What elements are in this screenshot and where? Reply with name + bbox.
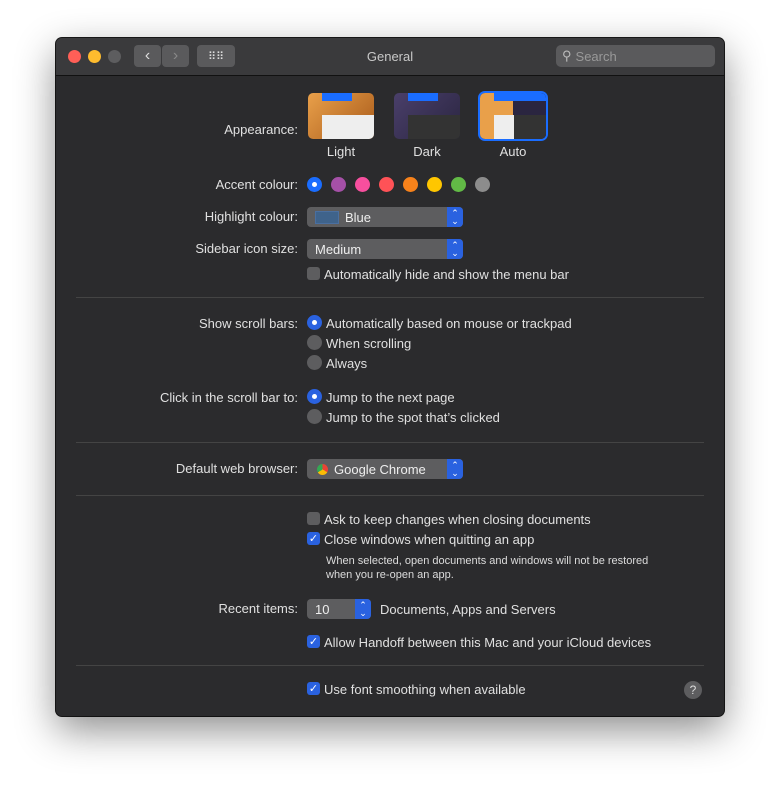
- accent-swatch[interactable]: [451, 177, 466, 192]
- sidebar-size-popup[interactable]: Medium ⌃ ⌄: [307, 239, 463, 259]
- accent-swatch[interactable]: [403, 177, 418, 192]
- close-windows-note: When selected, open documents and window…: [326, 555, 649, 567]
- search-icon: ⚲: [562, 48, 572, 63]
- help-button[interactable]: ?: [684, 681, 702, 699]
- click-radio-spot[interactable]: [307, 409, 322, 424]
- stepper-icon: ⌃ ⌄: [447, 207, 463, 227]
- scrollbars-radio-auto[interactable]: [307, 315, 322, 330]
- checkmark-icon: ✓: [308, 683, 319, 695]
- scrollbars-option: When scrolling: [326, 336, 412, 351]
- click-radio-next-page[interactable]: [307, 389, 322, 404]
- scrollbars-option: Automatically based on mouse or trackpad: [326, 316, 572, 331]
- font-smoothing-checkbox[interactable]: ✓: [307, 682, 320, 695]
- accent-swatch[interactable]: [379, 177, 394, 192]
- browser-label: Default web browser:: [175, 461, 298, 476]
- recent-items-popup[interactable]: 10 ⌃ ⌄: [307, 599, 371, 619]
- browser-popup[interactable]: Google Chrome ⌃ ⌄: [307, 459, 463, 479]
- search-field[interactable]: ⚲ Search: [556, 45, 715, 67]
- title-bar: ‹ › ⠿⠿ General ⚲ Search: [56, 38, 724, 76]
- divider: [76, 495, 704, 496]
- scrollbars-radio-always[interactable]: [307, 355, 322, 370]
- selected-indicator: [312, 182, 317, 187]
- stepper-icon: ⌃ ⌄: [447, 239, 463, 259]
- appearance-dark-label: Dark: [413, 144, 441, 159]
- highlight-swatch: [315, 210, 339, 224]
- close-windows-checkbox[interactable]: ✓: [307, 532, 320, 545]
- appearance-auto-label: Auto: [499, 144, 527, 159]
- highlight-value: Blue: [345, 209, 372, 225]
- appearance-light[interactable]: [308, 93, 374, 139]
- click-option: Jump to the spot that’s clicked: [326, 410, 500, 425]
- appearance-light-label: Light: [326, 144, 356, 159]
- preferences-window: ‹ › ⠿⠿ General ⚲ Search Appearance: Light…: [56, 38, 724, 716]
- accent-label: Accent colour:: [215, 177, 298, 192]
- divider: [76, 297, 704, 298]
- ask-keep-label: Ask to keep changes when closing documen…: [324, 512, 591, 527]
- stepper-icon: ⌃ ⌄: [355, 599, 371, 619]
- accent-swatch[interactable]: [475, 177, 490, 192]
- click-option: Jump to the next page: [326, 390, 455, 405]
- browser-value: Google Chrome: [334, 461, 426, 477]
- appearance-label: Appearance:: [224, 122, 298, 137]
- appearance-auto[interactable]: [480, 93, 546, 139]
- sidebar-label: Sidebar icon size:: [195, 241, 298, 256]
- scrollbars-radio-scrolling[interactable]: [307, 335, 322, 350]
- close-windows-label: Close windows when quitting an app: [324, 532, 535, 547]
- appearance-dark[interactable]: [394, 93, 460, 139]
- accent-swatch[interactable]: [307, 177, 322, 192]
- accent-swatch[interactable]: [355, 177, 370, 192]
- accent-swatch[interactable]: [331, 177, 346, 192]
- divider: [76, 665, 704, 666]
- chrome-icon: [317, 463, 328, 475]
- handoff-checkbox[interactable]: ✓: [307, 635, 320, 648]
- highlight-popup[interactable]: Blue ⌃ ⌄: [307, 207, 463, 227]
- checkmark-icon: ✓: [308, 533, 319, 545]
- highlight-label: Highlight colour:: [204, 209, 298, 224]
- close-windows-note: when you re-open an app.: [326, 569, 454, 581]
- sidebar-value: Medium: [315, 241, 362, 257]
- menubar-checkbox[interactable]: [307, 267, 320, 280]
- recent-suffix: Documents, Apps and Servers: [380, 602, 556, 617]
- search-placeholder: Search: [575, 48, 617, 64]
- accent-swatch[interactable]: [427, 177, 442, 192]
- ask-keep-checkbox[interactable]: [307, 512, 320, 525]
- divider: [76, 442, 704, 443]
- click-scroll-label: Click in the scroll bar to:: [160, 390, 298, 405]
- scrollbars-option: Always: [326, 356, 368, 371]
- recent-value: 10: [315, 601, 330, 617]
- recent-label: Recent items:: [218, 601, 298, 616]
- menubar-label: Automatically hide and show the menu bar: [324, 267, 569, 282]
- handoff-label: Allow Handoff between this Mac and your …: [324, 635, 652, 650]
- stepper-icon: ⌃ ⌄: [447, 459, 463, 479]
- font-smoothing-label: Use font smoothing when available: [324, 682, 526, 697]
- scrollbars-label: Show scroll bars:: [199, 316, 298, 331]
- checkmark-icon: ✓: [308, 636, 319, 648]
